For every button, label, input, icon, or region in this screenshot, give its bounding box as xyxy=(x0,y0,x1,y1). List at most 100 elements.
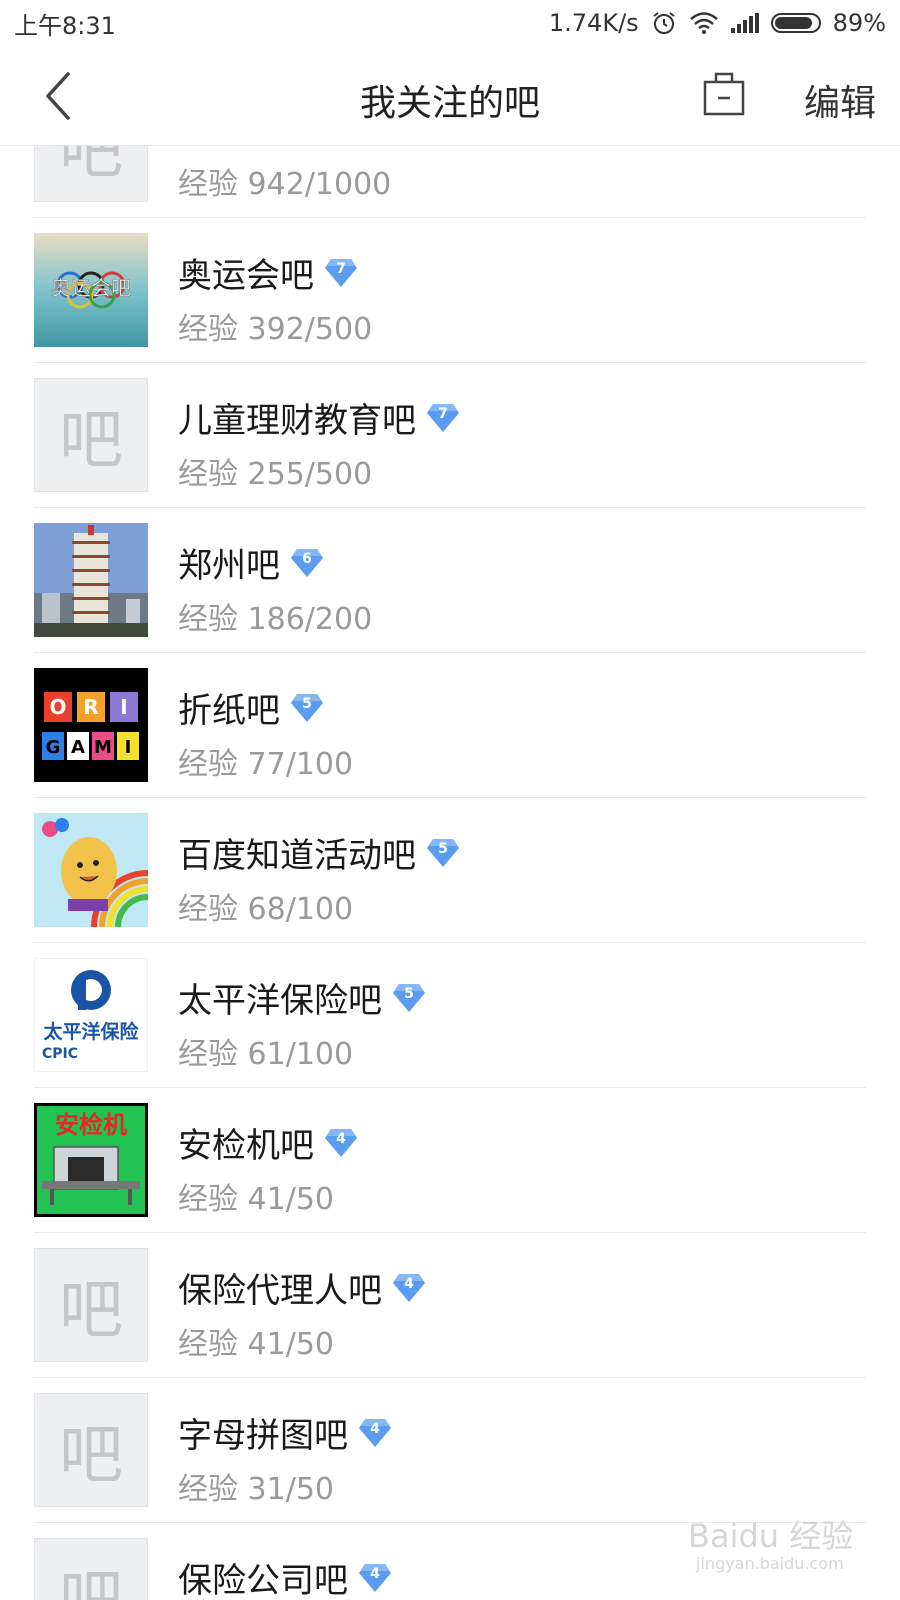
forum-name-row: 保险公司吧 4 xyxy=(178,1553,392,1600)
origami-letter: O xyxy=(49,695,66,719)
forum-avatar-tower-image xyxy=(34,523,148,637)
forum-experience: 经验 61/100 xyxy=(178,1037,354,1072)
forum-avatar-placeholder: 吧 xyxy=(34,146,148,202)
nav-bar: 我关注的吧 编辑 xyxy=(0,46,900,146)
forum-name-row: 折纸吧 5 xyxy=(178,683,324,732)
forum-experience: 经验 255/500 xyxy=(178,457,373,492)
level-number: 7 xyxy=(336,260,346,277)
forum-name-row: 太平洋保险吧 5 xyxy=(178,973,426,1022)
edit-button[interactable]: 编辑 xyxy=(804,74,876,126)
page-title: 我关注的吧 xyxy=(359,83,540,124)
forum-list-item[interactable]: 奥运会吧 奥运会吧 7 经验 392/500 xyxy=(0,218,900,363)
signal-icon xyxy=(730,13,759,33)
forum-avatar-cartoon-image xyxy=(34,813,148,927)
forum-name: 字母拼图吧 xyxy=(178,1416,348,1456)
forum-name-row: 字母拼图吧 4 xyxy=(178,1408,392,1457)
forum-list-item[interactable]: 吧儿童理财教育吧 7 经验 255/500 xyxy=(0,363,900,508)
forum-name: 安检机吧 xyxy=(178,1126,314,1166)
cpic-avatar-en: CPIC xyxy=(42,1046,78,1062)
level-badge-icon: 4 xyxy=(358,1563,392,1593)
forum-experience: 经验 31/50 xyxy=(178,1472,334,1507)
forum-name: 儿童理财教育吧 xyxy=(178,401,416,441)
level-badge-icon: 4 xyxy=(392,1273,426,1303)
watermark: Baidu 经验 jingyan.baidu.com xyxy=(688,1520,853,1572)
forum-list-item[interactable]: 吧保险代理人吧 4 经验 41/50 xyxy=(0,1233,900,1378)
network-speed: 1.74K/s xyxy=(548,9,639,37)
level-number: 4 xyxy=(336,1130,346,1147)
watermark-brand: Baidu 经验 xyxy=(688,1517,854,1555)
origami-letter: G xyxy=(46,737,61,758)
forum-avatar-scanner-image: 安检机 xyxy=(34,1103,148,1217)
origami-letter: I xyxy=(125,737,132,758)
forum-experience: 经验 186/200 xyxy=(178,602,373,637)
forum-name: 郑州吧 xyxy=(178,546,280,586)
origami-letter: M xyxy=(94,737,112,758)
level-badge-icon: 4 xyxy=(358,1418,392,1448)
forum-name: 奥运会吧 xyxy=(178,256,314,296)
battery-icon xyxy=(770,13,821,33)
forum-list-item[interactable]: 吧经验 942/1000 xyxy=(0,146,900,218)
status-time: 上午8:31 xyxy=(14,11,116,40)
forum-avatar-cpic-logo: 太平洋保险 CPIC xyxy=(34,958,148,1072)
olympic-avatar-text: 奥运会吧 xyxy=(51,276,131,300)
origami-letter: I xyxy=(120,695,127,719)
level-number: 4 xyxy=(404,1275,414,1292)
alarm-icon xyxy=(653,12,675,34)
level-badge-icon: 5 xyxy=(426,838,460,868)
forum-name-row: 儿童理财教育吧 7 xyxy=(178,393,460,442)
forum-list-item[interactable]: 太平洋保险 CPIC 太平洋保险吧 5 经验 61/100 xyxy=(0,943,900,1088)
cpic-avatar-cn: 太平洋保险 xyxy=(43,1020,139,1043)
forum-list-item[interactable]: 吧字母拼图吧 4 经验 31/50 xyxy=(0,1378,900,1523)
forum-name: 保险公司吧 xyxy=(178,1561,348,1600)
forum-experience: 经验 392/500 xyxy=(178,312,373,347)
level-badge-icon: 5 xyxy=(392,983,426,1013)
forum-experience: 经验 68/100 xyxy=(178,892,354,927)
forum-name: 折纸吧 xyxy=(178,691,280,731)
origami-letter: A xyxy=(71,737,85,758)
level-number: 5 xyxy=(404,985,414,1002)
forum-name-row: 郑州吧 6 xyxy=(178,538,324,587)
level-badge-icon: 5 xyxy=(290,693,324,723)
status-bar: 上午8:31 1.74K/s 89% xyxy=(0,0,900,46)
watermark-url: jingyan.baidu.com xyxy=(696,1554,844,1573)
forum-experience: 经验 77/100 xyxy=(178,747,354,782)
bag-icon[interactable] xyxy=(702,68,746,118)
forum-avatar-placeholder: 吧 xyxy=(34,1538,148,1600)
level-number: 6 xyxy=(302,550,312,567)
scanner-avatar-text: 安检机 xyxy=(55,1110,127,1139)
level-number: 7 xyxy=(438,405,448,422)
forum-experience: 经验 942/1000 xyxy=(178,167,392,202)
status-icons: 1.74K/s 89% xyxy=(549,9,886,37)
forum-avatar-placeholder: 吧 xyxy=(34,1248,148,1362)
level-number: 5 xyxy=(438,840,448,857)
forum-list-item[interactable]: 安检机 安检机吧 4 经验 41/50 xyxy=(0,1088,900,1233)
forum-name-row: 奥运会吧 7 xyxy=(178,248,358,297)
forum-name-row: 保险代理人吧 4 xyxy=(178,1263,426,1312)
forum-name-row: 安检机吧 4 xyxy=(178,1118,358,1167)
level-badge-icon: 4 xyxy=(324,1128,358,1158)
forum-list-item[interactable]: 郑州吧 6 经验 186/200 xyxy=(0,508,900,653)
level-badge-icon: 6 xyxy=(290,548,324,578)
forum-list-item[interactable]: O R I G A M I 折纸吧 5 经验 77/100 xyxy=(0,653,900,798)
battery-percent: 89% xyxy=(832,9,886,37)
forum-avatar-placeholder: 吧 xyxy=(34,378,148,492)
forum-avatar-origami-image: ORIGAMI xyxy=(34,668,148,782)
forum-avatar-olympic-image: 奥运会吧 xyxy=(34,233,148,347)
forum-avatar-placeholder: 吧 xyxy=(34,1393,148,1507)
level-badge-icon: 7 xyxy=(324,258,358,288)
followed-forums-list: 吧经验 942/1000 奥运会吧 奥运会吧 7 经验 392/500 吧儿童理财教育… xyxy=(0,146,900,1600)
forum-experience: 经验 41/50 xyxy=(178,1182,334,1217)
level-number: 4 xyxy=(370,1420,380,1437)
forum-name: 太平洋保险吧 xyxy=(178,981,382,1021)
level-badge-icon: 7 xyxy=(426,403,460,433)
level-number: 4 xyxy=(370,1565,380,1582)
forum-experience: 经验 41/50 xyxy=(178,1327,334,1362)
forum-name: 保险代理人吧 xyxy=(178,1271,382,1311)
battery-fill xyxy=(774,17,813,29)
level-number: 5 xyxy=(302,695,312,712)
forum-name-row: 百度知道活动吧 5 xyxy=(178,828,460,877)
origami-letter: R xyxy=(83,695,98,719)
wifi-icon xyxy=(689,12,718,34)
forum-list-item[interactable]: 百度知道活动吧 5 经验 68/100 xyxy=(0,798,900,943)
forum-name: 百度知道活动吧 xyxy=(178,836,416,876)
